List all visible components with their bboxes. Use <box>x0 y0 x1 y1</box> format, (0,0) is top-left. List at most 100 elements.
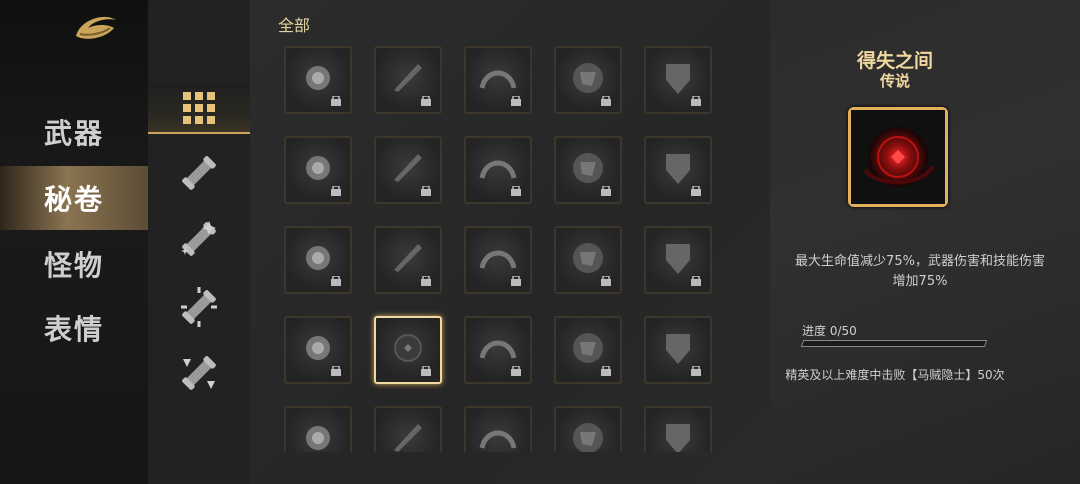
scroll-category-nav <box>148 0 250 484</box>
scroll-card[interactable] <box>464 316 532 384</box>
lock-icon <box>421 366 431 376</box>
lock-icon <box>691 366 701 376</box>
main-nav: 武器 秘卷 怪物 表情 <box>0 0 148 484</box>
lock-icon <box>511 96 521 106</box>
subnav-scroll-sparkle[interactable] <box>148 208 250 270</box>
spike-claw-icon <box>306 336 330 360</box>
scroll-card[interactable] <box>644 226 712 294</box>
scroll-plain-icon <box>182 156 216 190</box>
scroll-card[interactable] <box>644 136 712 204</box>
lock-icon <box>691 186 701 196</box>
blade-slash-icon <box>394 64 422 92</box>
orb-fold-icon <box>573 63 603 93</box>
vortex-ring-icon <box>394 154 422 182</box>
unlock-task: 精英及以上难度中击败【马贼隐士】50次 <box>785 368 1005 382</box>
stone-block-icon <box>306 426 330 450</box>
section-title: 全部 <box>278 16 311 35</box>
scroll-name: 得失之间 <box>856 50 933 72</box>
scroll-card[interactable] <box>284 226 352 294</box>
scroll-card[interactable] <box>464 406 532 452</box>
scroll-description: 最大生命值减少75%，武器伤害和技能伤害增加75% <box>795 254 1045 289</box>
spiral-rune-icon <box>479 250 517 269</box>
dash-ring-icon <box>306 246 330 270</box>
scroll-card[interactable] <box>554 226 622 294</box>
gauntlet-icon <box>306 156 330 180</box>
scroll-card[interactable] <box>464 46 532 114</box>
progress-bar <box>800 340 988 347</box>
scroll-card[interactable] <box>554 406 622 452</box>
shatter-icon <box>479 430 517 449</box>
scroll-card[interactable] <box>374 406 442 452</box>
scroll-card[interactable] <box>554 46 622 114</box>
lock-icon <box>421 276 431 286</box>
nav-item-emotes[interactable]: 表情 <box>0 296 148 360</box>
halo-ring-icon <box>479 160 517 179</box>
arch-gems-icon <box>479 70 517 89</box>
subnav-scroll-arrows[interactable] <box>148 342 250 404</box>
lock-icon <box>331 366 341 376</box>
lock-icon <box>601 366 611 376</box>
lock-icon <box>601 96 611 106</box>
scroll-card[interactable] <box>374 316 442 384</box>
scroll-burst-icon <box>181 287 217 327</box>
scroll-card[interactable] <box>554 136 622 204</box>
scroll-grid <box>284 46 724 452</box>
lock-icon <box>421 186 431 196</box>
lock-icon <box>331 186 341 196</box>
scroll-card[interactable] <box>374 46 442 114</box>
lock-icon <box>421 96 431 106</box>
scroll-arrows-icon <box>182 356 216 390</box>
scroll-card[interactable] <box>644 46 712 114</box>
bat-wing-icon <box>394 244 422 272</box>
lock-icon <box>691 96 701 106</box>
nav-item-label: 怪物 <box>43 249 104 282</box>
nav-item-label: 秘卷 <box>43 183 104 216</box>
lock-icon <box>691 276 701 286</box>
lock-icon <box>601 276 611 286</box>
lock-icon <box>511 186 521 196</box>
lock-icon <box>331 276 341 286</box>
lock-icon <box>331 96 341 106</box>
scroll-card[interactable] <box>284 406 352 452</box>
gear-nut-icon <box>666 244 690 274</box>
scroll-detail-panel: 得失之间 传说 最大生命值减少75%，武器伤害和技能伤害增加75% 进度 0/5… <box>770 0 1080 484</box>
wolf-head-icon <box>573 423 603 452</box>
scroll-card[interactable] <box>284 136 352 204</box>
progress-fill <box>802 341 804 346</box>
arrow-up-icon <box>666 154 690 184</box>
subnav-scroll-burst[interactable] <box>148 276 250 338</box>
scroll-card[interactable] <box>464 226 532 294</box>
horned-helm-icon <box>573 243 603 273</box>
nav-item-scrolls[interactable]: 秘卷 <box>0 166 148 230</box>
red-orb-icon <box>851 110 945 204</box>
subnav-scroll-plain[interactable] <box>148 142 250 204</box>
cat-statue-icon <box>479 340 517 359</box>
scroll-card[interactable] <box>464 136 532 204</box>
nav-item-label: 武器 <box>43 117 104 150</box>
red-orb-icon <box>394 334 422 362</box>
scroll-card[interactable] <box>644 406 712 452</box>
flame-icon <box>666 424 690 452</box>
crest-emblem-icon <box>573 333 603 363</box>
yin-swirl-icon <box>666 334 690 364</box>
scroll-sparkle-icon <box>181 221 216 256</box>
wind-blast-icon <box>573 153 603 183</box>
burst-glow-icon <box>306 66 330 90</box>
scroll-card[interactable] <box>374 226 442 294</box>
scroll-rarity: 传说 <box>879 72 910 90</box>
scroll-card[interactable] <box>554 316 622 384</box>
nav-item-monsters[interactable]: 怪物 <box>0 232 148 296</box>
scroll-card[interactable] <box>284 316 352 384</box>
scroll-detail-image <box>848 107 948 207</box>
scroll-card[interactable] <box>284 46 352 114</box>
grid-icon <box>183 92 215 124</box>
lock-icon <box>601 186 611 196</box>
scroll-collection-panel: 全部 <box>250 0 770 484</box>
scroll-card[interactable] <box>644 316 712 384</box>
game-logo-icon <box>76 16 116 39</box>
progress-label: 进度 0/50 <box>802 324 857 338</box>
nav-item-label: 表情 <box>43 313 104 346</box>
scroll-card[interactable] <box>374 136 442 204</box>
subnav-all[interactable] <box>148 84 250 134</box>
nav-item-weapons[interactable]: 武器 <box>0 100 148 164</box>
